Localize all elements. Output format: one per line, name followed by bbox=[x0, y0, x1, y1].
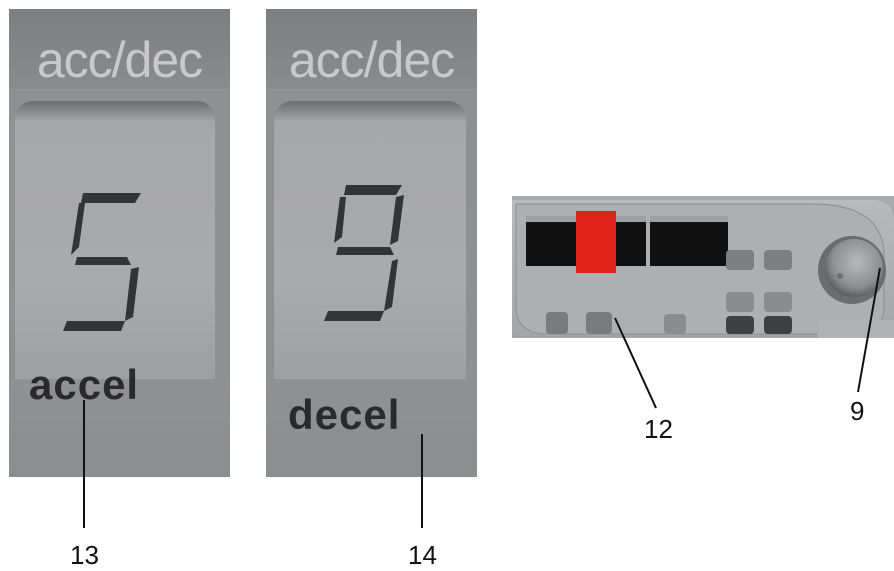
leader-line-12 bbox=[614, 317, 657, 409]
callout-14: 14 bbox=[408, 540, 437, 570]
callout-13: 13 bbox=[70, 540, 99, 570]
callout-12: 12 bbox=[644, 414, 673, 444]
leader-line-9 bbox=[857, 267, 881, 393]
callout-leaders bbox=[83, 267, 881, 528]
callout-9: 9 bbox=[850, 396, 865, 426]
